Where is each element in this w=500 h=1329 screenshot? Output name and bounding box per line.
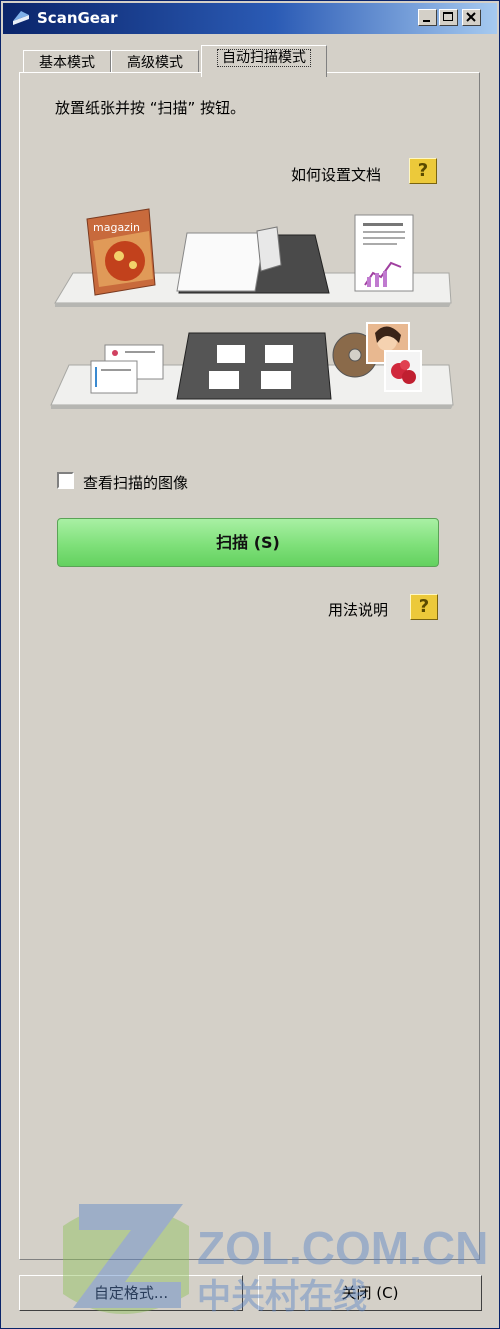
scangear-window: ScanGear 基本模式 高级模式 自动扫描模式 放置纸张并按 “扫描” 按钮… bbox=[0, 0, 500, 1329]
window-title: ScanGear bbox=[37, 9, 118, 27]
tab-label: 基本模式 bbox=[39, 55, 95, 71]
maximize-icon bbox=[443, 12, 453, 21]
usage-help-label: 用法说明 bbox=[328, 601, 389, 619]
scanner-glass-icon bbox=[176, 226, 330, 294]
tab-label: 高级模式 bbox=[127, 55, 183, 71]
doc-setup-help-button[interactable]: ? bbox=[409, 158, 437, 184]
question-mark-icon: ? bbox=[418, 596, 430, 617]
instruction-text: 放置纸张并按 “扫描” 按钮。 bbox=[55, 99, 246, 117]
close-icon bbox=[466, 12, 476, 22]
tab-auto-scan-mode[interactable]: 自动扫描模式 bbox=[201, 45, 327, 77]
chart-document-icon bbox=[354, 214, 414, 292]
usage-help-button[interactable]: ? bbox=[410, 594, 438, 620]
maximize-button[interactable] bbox=[439, 9, 458, 26]
customize-button-label: 自定格式... bbox=[93, 1284, 169, 1302]
view-scanned-image-checkbox[interactable] bbox=[57, 472, 74, 489]
magazine-icon: magazin bbox=[86, 208, 156, 296]
document-placement-illustration: magazin bbox=[54, 208, 452, 307]
photo-placement-illustration bbox=[50, 322, 454, 409]
minimize-button[interactable] bbox=[418, 9, 437, 26]
doc-setup-help-label: 如何设置文档 bbox=[291, 166, 382, 184]
magazine-title: magazin bbox=[93, 221, 140, 234]
scan-button-label: 扫描 (S) bbox=[216, 533, 280, 552]
close-button[interactable]: 关闭 (C) bbox=[258, 1275, 482, 1311]
scan-button[interactable]: 扫描 (S) bbox=[57, 518, 439, 567]
close-button-label: 关闭 (C) bbox=[341, 1284, 399, 1302]
view-scanned-image-label: 查看扫描的图像 bbox=[83, 474, 189, 492]
strawberry-photo-icon bbox=[384, 350, 422, 392]
minimize-icon bbox=[423, 20, 430, 22]
scanner-glass-photos-icon bbox=[176, 332, 332, 400]
customize-button[interactable]: 自定格式... bbox=[19, 1275, 243, 1311]
question-mark-icon: ? bbox=[417, 160, 429, 181]
scangear-app-icon bbox=[13, 11, 29, 25]
close-window-button[interactable] bbox=[462, 9, 481, 26]
title-bar[interactable]: ScanGear bbox=[3, 3, 497, 34]
tab-label: 自动扫描模式 bbox=[217, 49, 311, 67]
